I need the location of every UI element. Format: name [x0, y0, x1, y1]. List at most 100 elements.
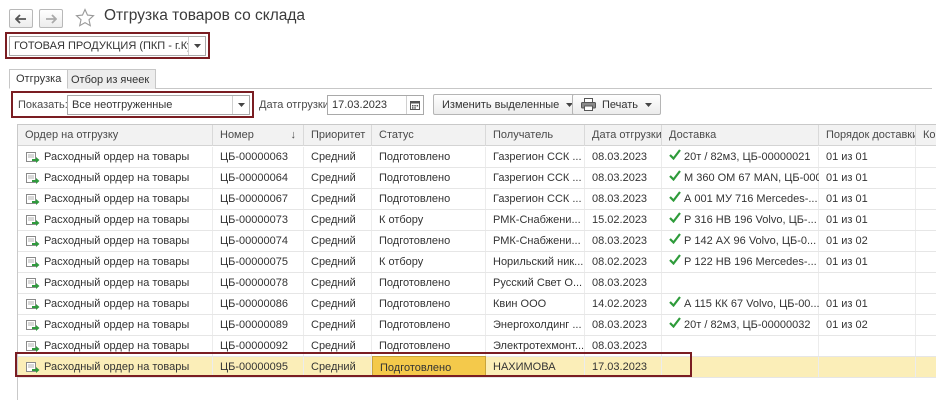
- cell-shipment-date[interactable]: 08.03.2023: [585, 231, 662, 251]
- warehouse-dropdown-button[interactable]: [188, 37, 205, 55]
- cell-order[interactable]: Расходный ордер на товары: [18, 189, 213, 209]
- cell-number[interactable]: ЦБ-00000089: [213, 315, 304, 335]
- cell-shipment-date[interactable]: 08.03.2023: [585, 189, 662, 209]
- forward-button[interactable]: [39, 9, 63, 28]
- cell-delivery-order[interactable]: 01 из 01: [819, 189, 916, 209]
- cell-delivery-order[interactable]: 01 из 02: [819, 315, 916, 335]
- table-row[interactable]: Расходный ордер на товары ЦБ-00000064 Сред…: [18, 168, 936, 189]
- cell-delivery-order[interactable]: [819, 336, 916, 356]
- table-row[interactable]: Расходный ордер на товары ЦБ-00000074 Сред…: [18, 231, 936, 252]
- cell-priority[interactable]: Средний: [304, 231, 372, 251]
- column-header-number[interactable]: Номер ↓: [213, 125, 304, 146]
- tab-shipment[interactable]: Отгрузка: [9, 69, 69, 89]
- cell-shipment-date[interactable]: 08.03.2023: [585, 273, 662, 293]
- table-row[interactable]: Расходный ордер на товары ЦБ-00000089 Сред…: [18, 315, 936, 336]
- cell-delivery[interactable]: А 115 КК 67 Volvo, ЦБ-00...: [662, 294, 819, 314]
- cell-priority[interactable]: Средний: [304, 168, 372, 188]
- cell-status[interactable]: К отбору: [372, 210, 486, 230]
- cell-recipient[interactable]: Энергохолдинг ...: [486, 315, 585, 335]
- cell-order[interactable]: Расходный ордер на товары: [18, 294, 213, 314]
- cell-recipient[interactable]: РМК-Снабжени...: [486, 231, 585, 251]
- cell-delivery-order[interactable]: 01 из 01: [819, 147, 916, 167]
- cell-priority[interactable]: Средний: [304, 294, 372, 314]
- cell-delivery-order[interactable]: 01 из 01: [819, 210, 916, 230]
- cell-number[interactable]: ЦБ-00000086: [213, 294, 304, 314]
- cell-delivery[interactable]: [662, 273, 819, 293]
- cell-truncated[interactable]: [916, 168, 936, 188]
- column-header-truncated[interactable]: Ко: [916, 125, 936, 146]
- cell-order[interactable]: Расходный ордер на товары: [18, 168, 213, 188]
- cell-number[interactable]: ЦБ-00000064: [213, 168, 304, 188]
- cell-shipment-date[interactable]: 08.03.2023: [585, 168, 662, 188]
- cell-truncated[interactable]: [916, 273, 936, 293]
- back-button[interactable]: [9, 9, 33, 28]
- cell-truncated[interactable]: [916, 231, 936, 251]
- cell-truncated[interactable]: [916, 210, 936, 230]
- show-filter-select[interactable]: Все неотгруженные: [67, 95, 250, 115]
- shipment-date-input[interactable]: 17.03.2023: [327, 95, 424, 115]
- cell-status[interactable]: Подготовлено: [372, 273, 486, 293]
- cell-truncated[interactable]: [916, 294, 936, 314]
- cell-delivery[interactable]: 20т / 82м3, ЦБ-00000032: [662, 315, 819, 335]
- cell-truncated[interactable]: [916, 315, 936, 335]
- column-header-delivery[interactable]: Доставка: [662, 125, 819, 146]
- cell-order[interactable]: Расходный ордер на товары: [18, 252, 213, 272]
- cell-delivery-order[interactable]: [819, 357, 916, 377]
- table-row[interactable]: Расходный ордер на товары ЦБ-00000086 Сред…: [18, 294, 936, 315]
- cell-recipient[interactable]: Газрегион ССК ...: [486, 189, 585, 209]
- cell-delivery[interactable]: А 001 МУ 716 Mercedes-...: [662, 189, 819, 209]
- cell-priority[interactable]: Средний: [304, 273, 372, 293]
- print-button[interactable]: Печать: [572, 94, 662, 115]
- cell-truncated[interactable]: [916, 252, 936, 272]
- cell-recipient[interactable]: Квин ООО: [486, 294, 585, 314]
- cell-delivery-order[interactable]: [819, 273, 916, 293]
- cell-delivery[interactable]: Р 316 НВ 196 Volvo, ЦБ-...: [662, 210, 819, 230]
- cell-recipient[interactable]: Русский Свет О...: [486, 273, 585, 293]
- cell-number[interactable]: ЦБ-00000067: [213, 189, 304, 209]
- cell-order[interactable]: Расходный ордер на товары: [18, 315, 213, 335]
- change-selected-button[interactable]: Изменить выделенные: [433, 94, 583, 115]
- table-row[interactable]: Расходный ордер на товары ЦБ-00000075 Сред…: [18, 252, 936, 273]
- cell-shipment-date[interactable]: 08.03.2023: [585, 315, 662, 335]
- show-filter-dropdown-button[interactable]: [232, 96, 249, 114]
- cell-status[interactable]: К отбору: [372, 252, 486, 272]
- cell-number[interactable]: ЦБ-00000078: [213, 273, 304, 293]
- cell-order[interactable]: Расходный ордер на товары: [18, 231, 213, 251]
- cell-order[interactable]: Расходный ордер на товары: [18, 273, 213, 293]
- cell-status[interactable]: Подготовлено: [372, 147, 486, 167]
- cell-delivery[interactable]: 20т / 82м3, ЦБ-00000021: [662, 147, 819, 167]
- cell-delivery[interactable]: М 360 ОМ 67 MAN, ЦБ-0000...: [662, 168, 819, 188]
- cell-priority[interactable]: Средний: [304, 252, 372, 272]
- cell-number[interactable]: ЦБ-00000063: [213, 147, 304, 167]
- cell-recipient[interactable]: РМК-Снабжени...: [486, 210, 585, 230]
- cell-truncated[interactable]: [916, 336, 936, 356]
- cell-status[interactable]: Подготовлено: [372, 294, 486, 314]
- cell-recipient[interactable]: Норильский ник...: [486, 252, 585, 272]
- cell-delivery[interactable]: Р 122 НВ 196 Mercedes-...: [662, 252, 819, 272]
- column-header-recipient[interactable]: Получатель: [486, 125, 585, 146]
- cell-number[interactable]: ЦБ-00000075: [213, 252, 304, 272]
- cell-delivery-order[interactable]: 01 из 01: [819, 252, 916, 272]
- table-row[interactable]: Расходный ордер на товары ЦБ-00000073 Сред…: [18, 210, 936, 231]
- cell-shipment-date[interactable]: 08.02.2023: [585, 252, 662, 272]
- column-header-status[interactable]: Статус: [372, 125, 486, 146]
- cell-status[interactable]: Подготовлено: [372, 231, 486, 251]
- cell-priority[interactable]: Средний: [304, 210, 372, 230]
- cell-shipment-date[interactable]: 15.02.2023: [585, 210, 662, 230]
- column-header-shipment-date[interactable]: Дата отгрузки: [585, 125, 662, 146]
- warehouse-select[interactable]: ГОТОВАЯ ПРОДУКЦИЯ (ПКП - г.Кунгур): [9, 36, 206, 56]
- cell-number[interactable]: ЦБ-00000073: [213, 210, 304, 230]
- table-row[interactable]: Расходный ордер на товары ЦБ-00000063 Сред…: [18, 147, 936, 168]
- cell-delivery-order[interactable]: 01 из 02: [819, 231, 916, 251]
- cell-delivery-order[interactable]: 01 из 01: [819, 294, 916, 314]
- cell-order[interactable]: Расходный ордер на товары: [18, 147, 213, 167]
- table-row[interactable]: Расходный ордер на товары ЦБ-00000067 Сред…: [18, 189, 936, 210]
- cell-truncated[interactable]: [916, 357, 936, 377]
- cell-delivery[interactable]: Р 142 АХ 96 Volvo, ЦБ-0...: [662, 231, 819, 251]
- cell-delivery-order[interactable]: 01 из 01: [819, 168, 916, 188]
- cell-shipment-date[interactable]: 14.02.2023: [585, 294, 662, 314]
- cell-truncated[interactable]: [916, 189, 936, 209]
- cell-order[interactable]: Расходный ордер на товары: [18, 210, 213, 230]
- cell-status[interactable]: Подготовлено: [372, 168, 486, 188]
- column-header-priority[interactable]: Приоритет: [304, 125, 372, 146]
